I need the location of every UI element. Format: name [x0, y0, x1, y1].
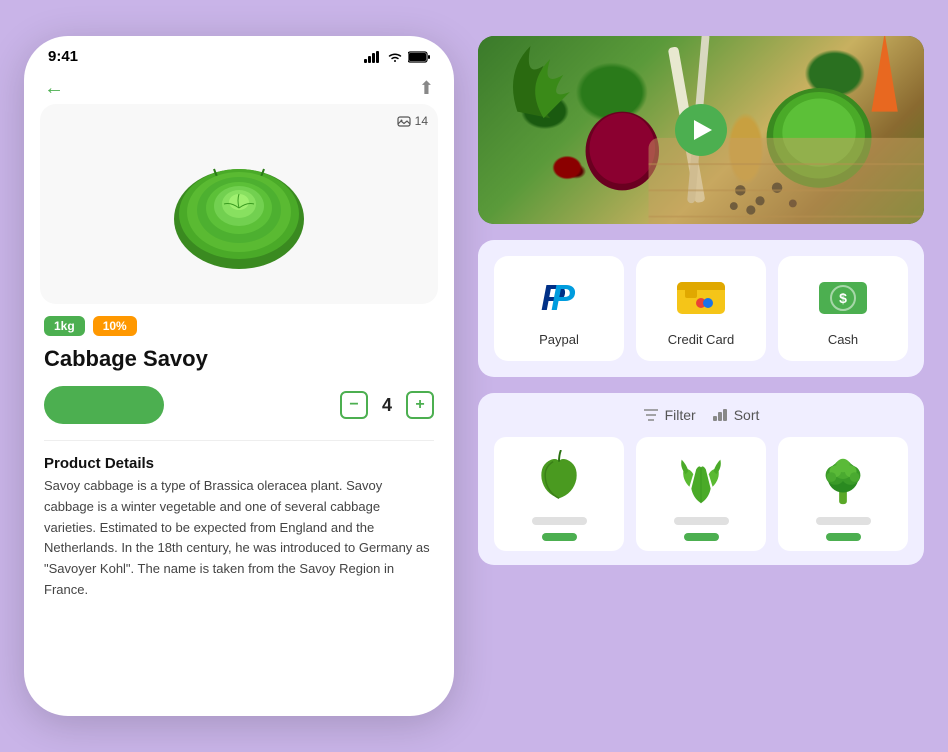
cash-icon-container: $ [817, 276, 869, 320]
product-thumb-bok-choy[interactable] [636, 437, 766, 551]
weight-tag: 1kg [44, 316, 85, 336]
product-tags: 1kg 10% [24, 304, 454, 342]
right-panel: P P Paypal Credit Card [478, 36, 924, 565]
cabbage-image [159, 124, 319, 284]
product-image-container: 14 [40, 104, 438, 304]
bok-choy-price-bar [684, 533, 719, 541]
bok-choy-image [671, 449, 731, 509]
quantity-increase-button[interactable]: + [406, 391, 434, 419]
play-icon [694, 120, 712, 140]
pepper-svg [530, 450, 588, 508]
phone-header: ← ⬆ [24, 69, 454, 104]
share-button[interactable]: ⬆ [419, 78, 434, 99]
image-counter: 14 [397, 114, 428, 128]
discount-tag: 10% [93, 316, 137, 336]
svg-text:P: P [551, 277, 576, 318]
quantity-controls: − 4 + [340, 391, 434, 419]
image-icon [397, 114, 411, 128]
product-thumb-broccoli[interactable] [778, 437, 908, 551]
battery-icon [408, 51, 430, 63]
payment-methods: P P Paypal Credit Card [478, 240, 924, 377]
credit-card-icon [677, 282, 725, 314]
cash-option[interactable]: $ Cash [778, 256, 908, 361]
phone-mockup: 9:41 [24, 36, 454, 716]
filter-icon [643, 408, 659, 422]
bok-choy-name-bar [674, 517, 729, 525]
wifi-icon [387, 51, 403, 63]
sort-label: Sort [734, 407, 760, 423]
cc-chip [685, 288, 697, 298]
pepper-name-bar [532, 517, 587, 525]
broccoli-name-bar [816, 517, 871, 525]
product-title: Cabbage Savoy [24, 342, 454, 376]
bok-choy-svg [672, 450, 730, 508]
back-button[interactable]: ← [44, 77, 64, 100]
pepper-image [529, 449, 589, 509]
paypal-icon: P P [539, 276, 579, 320]
paypal-icon-container: P P [533, 276, 585, 320]
broccoli-svg [814, 450, 872, 508]
sort-button[interactable]: Sort [712, 407, 760, 423]
credit-card-icon-container [675, 276, 727, 320]
play-button[interactable] [675, 104, 727, 156]
cash-icon: $ [819, 282, 867, 314]
product-details-text: Savoy cabbage is a type of Brassica oler… [24, 476, 454, 601]
signal-icon [364, 51, 382, 63]
status-icons [364, 51, 430, 63]
products-grid-card: Filter Sort [478, 393, 924, 565]
cc-dot-blue [703, 298, 713, 308]
cash-circle [830, 285, 856, 311]
cash-label: Cash [828, 332, 858, 347]
broccoli-price-bar [826, 533, 861, 541]
paypal-label: Paypal [539, 332, 579, 347]
quantity-row: − 4 + [24, 376, 454, 434]
grid-header: Filter Sort [494, 407, 908, 423]
video-card[interactable] [478, 36, 924, 224]
credit-card-label: Credit Card [668, 332, 734, 347]
status-bar: 9:41 [24, 36, 454, 69]
broccoli-image [813, 449, 873, 509]
credit-card-option[interactable]: Credit Card [636, 256, 766, 361]
sort-icon [712, 408, 728, 422]
paypal-option[interactable]: P P Paypal [494, 256, 624, 361]
pepper-price-bar [542, 533, 577, 541]
filter-label: Filter [665, 407, 696, 423]
products-row [494, 437, 908, 551]
divider [44, 440, 434, 441]
status-time: 9:41 [48, 48, 78, 65]
quantity-value: 4 [382, 395, 392, 416]
filter-button[interactable]: Filter [643, 407, 696, 423]
add-to-cart-bar[interactable] [44, 386, 164, 424]
product-thumb-pepper[interactable] [494, 437, 624, 551]
quantity-decrease-button[interactable]: − [340, 391, 368, 419]
product-details-heading: Product Details [24, 447, 454, 476]
